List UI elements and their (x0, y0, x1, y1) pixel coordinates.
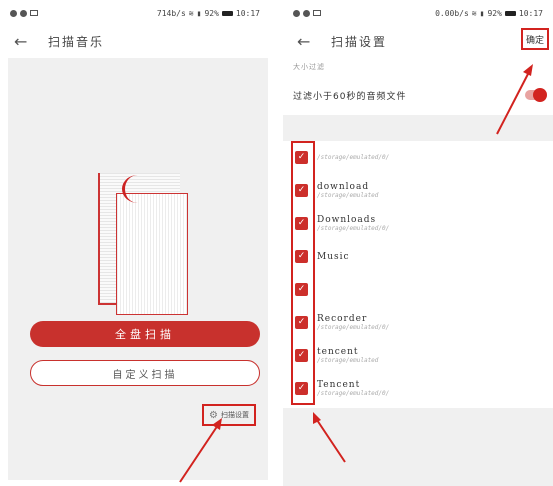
checkbox-checked-icon[interactable]: ✓ (295, 184, 308, 197)
folder-name: tencent (317, 347, 359, 357)
checkbox-checked-icon[interactable]: ✓ (295, 316, 308, 329)
folder-list: ✓ /storage/emulated/0/ ✓ download /stora… (283, 141, 553, 405)
notification-icon (303, 9, 310, 17)
full-scan-button[interactable]: 全盘扫描 (30, 321, 260, 347)
folder-row[interactable]: ✓ /storage/emulated/0/ (283, 141, 553, 174)
scan-settings-screen: 0.00b/s ≋ ▮ 92% 10:17 ← 扫描设置 确定 大小过滤 过滤小… (283, 0, 553, 486)
battery-icon (221, 10, 233, 16)
wifi-icon: ≋ (188, 8, 194, 18)
folder-path: /storage/emulated/0/ (317, 225, 390, 232)
notification-icon (20, 9, 27, 17)
image-icon (313, 10, 321, 16)
network-speed: 714b/s (156, 8, 186, 18)
scan-illustration (98, 173, 188, 315)
page-title: 扫描设置 (331, 34, 388, 49)
folder-row[interactable]: ✓ Music (283, 240, 553, 273)
filter-short-audio-toggle[interactable] (525, 88, 547, 102)
folder-path: /storage/emulated/0/ (317, 324, 390, 331)
scan-settings-label: 扫描设置 (220, 411, 249, 419)
status-left (10, 9, 38, 17)
folder-name: Downloads (317, 215, 377, 225)
folder-path: /storage/emulated (317, 357, 379, 364)
status-bar: 0.00b/s ≋ ▮ 92% 10:17 (283, 0, 553, 26)
checkbox-checked-icon[interactable]: ✓ (295, 151, 308, 164)
back-arrow-icon[interactable]: ← (297, 32, 321, 51)
network-speed: 0.00b/s (435, 8, 469, 18)
folder-name: download (317, 182, 370, 192)
confirm-button[interactable]: 确定 (521, 28, 549, 50)
folder-text: Downloads /storage/emulated/0/ (317, 215, 389, 232)
clock: 10:17 (518, 8, 543, 18)
folder-text: Music (317, 252, 350, 262)
folder-text: /storage/emulated/0/ (317, 154, 389, 161)
signal-icon: ▮ (479, 8, 485, 18)
folder-text: download /storage/emulated (317, 182, 378, 199)
folder-row[interactable]: ✓ Tencent /storage/emulated/0/ (283, 372, 553, 405)
status-right: 0.00b/s ≋ ▮ 92% 10:17 (435, 9, 543, 18)
signal-icon: ▮ (196, 8, 202, 18)
folder-name: Recorder (317, 314, 368, 324)
folder-path: /storage/emulated/0/ (317, 390, 390, 397)
folder-row[interactable]: ✓ tencent /storage/emulated (283, 339, 553, 372)
scan-arc-icon (122, 175, 153, 203)
section-divider (283, 115, 553, 141)
image-icon (30, 10, 38, 16)
page-title: 扫描音乐 (48, 34, 105, 49)
bottom-empty-area (283, 408, 553, 486)
checkbox-checked-icon[interactable]: ✓ (295, 250, 308, 263)
checkbox-checked-icon[interactable]: ✓ (295, 349, 308, 362)
folder-row[interactable]: ✓ download /storage/emulated (283, 174, 553, 207)
checkbox-checked-icon[interactable]: ✓ (295, 382, 308, 395)
folder-text: Recorder /storage/emulated/0/ (317, 314, 389, 331)
status-right: 714b/s ≋ ▮ 92% 10:17 (157, 9, 260, 18)
custom-scan-button[interactable]: 自定义扫描 (30, 360, 260, 386)
size-filter-header: 大小过滤 (293, 63, 325, 71)
checkbox-checked-icon[interactable]: ✓ (295, 283, 308, 296)
folder-name: Tencent (317, 380, 361, 390)
document-illustration-front (116, 193, 188, 315)
folder-row[interactable]: ✓ Downloads /storage/emulated/0/ (283, 207, 553, 240)
notification-icon (10, 9, 17, 17)
app-bar: ← 扫描设置 (283, 26, 553, 56)
checkbox-checked-icon[interactable]: ✓ (295, 217, 308, 230)
filter-short-audio-row: 过滤小于60秒的音频文件 (293, 84, 547, 106)
scan-settings-link[interactable]: ⚙ 扫描设置 (202, 404, 256, 426)
back-arrow-icon[interactable]: ← (14, 32, 38, 51)
gear-icon: ⚙ (209, 409, 218, 421)
battery-percent: 92% (204, 8, 219, 18)
scan-area: 全盘扫描 自定义扫描 ⚙ 扫描设置 (8, 58, 268, 480)
notification-icon (293, 9, 300, 17)
folder-row[interactable]: ✓ Recorder /storage/emulated/0/ (283, 306, 553, 339)
scan-music-screen: 714b/s ≋ ▮ 92% 10:17 ← 扫描音乐 全盘扫描 自定义扫描 ⚙… (0, 0, 270, 486)
battery-percent: 92% (487, 8, 502, 18)
folder-name: Music (317, 251, 350, 262)
status-left (293, 9, 321, 17)
battery-icon (504, 10, 516, 16)
filter-short-audio-label: 过滤小于60秒的音频文件 (293, 91, 407, 102)
folder-row[interactable]: ✓ (283, 273, 553, 306)
folder-path: /storage/emulated/0/ (317, 154, 390, 161)
status-bar: 714b/s ≋ ▮ 92% 10:17 (0, 0, 270, 26)
folder-text: tencent /storage/emulated (317, 347, 378, 364)
folder-text: Tencent /storage/emulated/0/ (317, 380, 389, 397)
clock: 10:17 (235, 8, 260, 18)
wifi-icon: ≋ (471, 8, 477, 18)
folder-path: /storage/emulated (317, 192, 379, 199)
app-bar: ← 扫描音乐 (0, 26, 270, 56)
toggle-knob (533, 88, 547, 102)
